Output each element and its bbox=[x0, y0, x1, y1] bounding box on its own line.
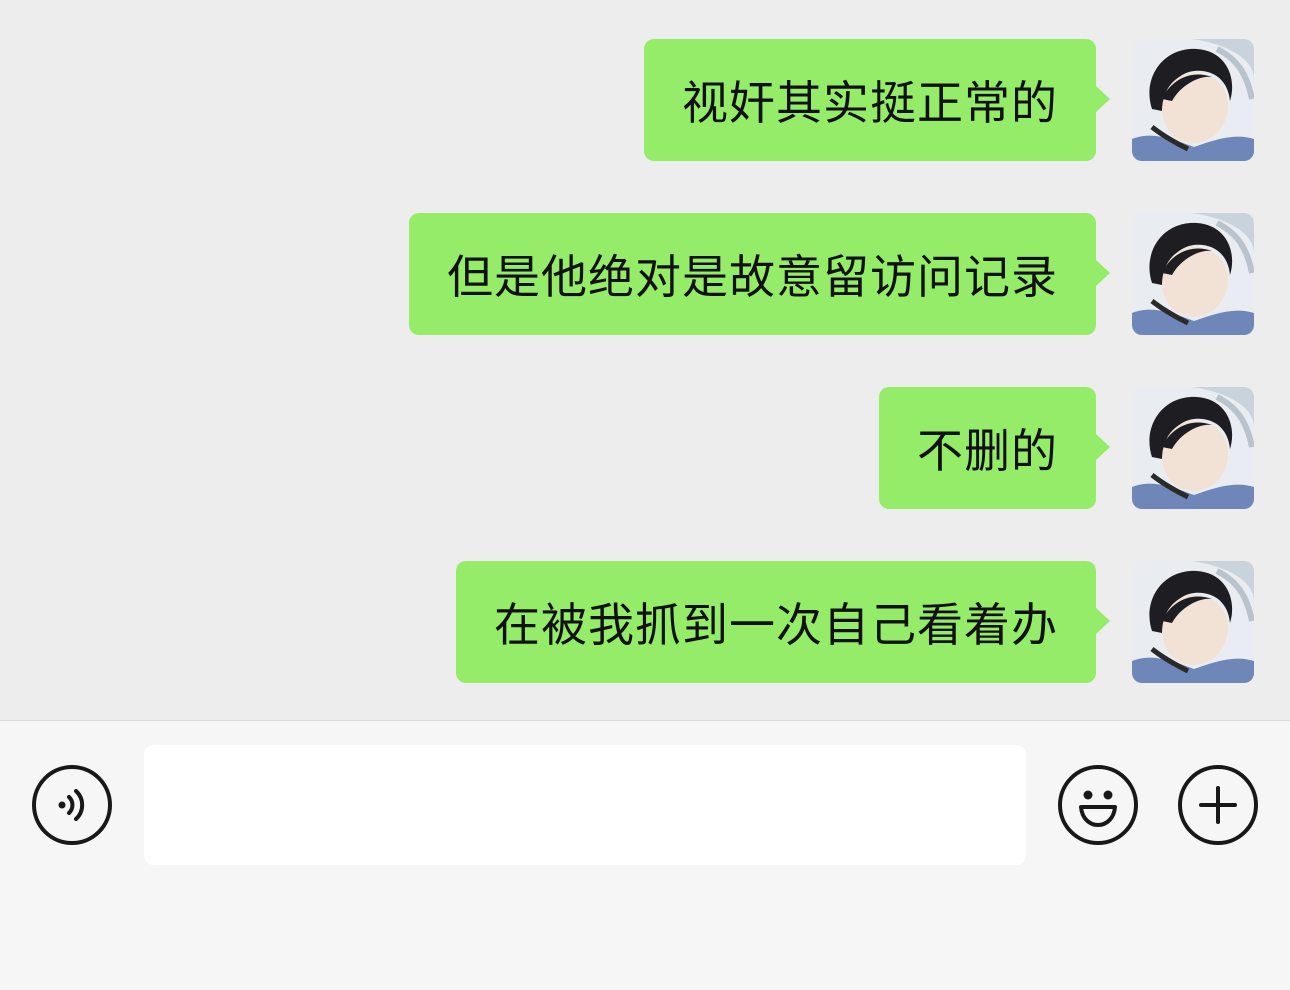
avatar[interactable] bbox=[1132, 387, 1254, 509]
voice-button[interactable] bbox=[32, 765, 112, 845]
message-bubble[interactable]: 但是他绝对是故意留访问记录 bbox=[409, 213, 1110, 335]
input-bar bbox=[0, 720, 1290, 990]
chat-area: 视奸其实挺正常的 但是他绝对是故意留访问记录 不删的 在被我抓到一次自己看着办 bbox=[0, 0, 1290, 720]
message-input[interactable] bbox=[144, 745, 1026, 865]
avatar[interactable] bbox=[1132, 213, 1254, 335]
message-row: 在被我抓到一次自己看着办 bbox=[456, 561, 1254, 685]
message-row: 但是他绝对是故意留访问记录 bbox=[409, 213, 1254, 337]
message-row: 视奸其实挺正常的 bbox=[644, 39, 1254, 163]
message-bubble[interactable]: 视奸其实挺正常的 bbox=[644, 39, 1110, 161]
emoji-button[interactable] bbox=[1058, 765, 1138, 845]
message-bubble[interactable]: 不删的 bbox=[879, 387, 1110, 509]
avatar[interactable] bbox=[1132, 561, 1254, 683]
message-row: 不删的 bbox=[879, 387, 1254, 511]
emoji-icon bbox=[1079, 790, 1117, 827]
plus-icon bbox=[1199, 786, 1237, 824]
voice-icon bbox=[58, 789, 85, 821]
plus-button[interactable] bbox=[1178, 765, 1258, 845]
message-bubble[interactable]: 在被我抓到一次自己看着办 bbox=[456, 561, 1110, 683]
avatar[interactable] bbox=[1132, 39, 1254, 161]
